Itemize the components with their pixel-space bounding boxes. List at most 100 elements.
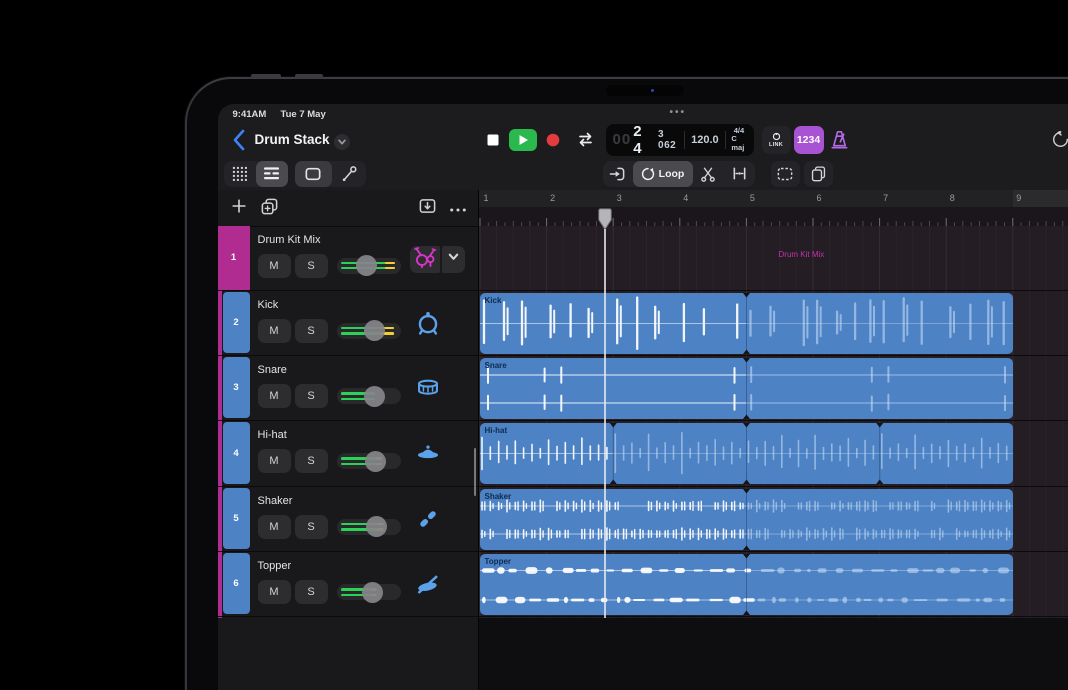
stack-collapse-button[interactable] [441, 245, 465, 273]
track-name: Topper [257, 560, 292, 573]
volume-slider[interactable] [336, 385, 401, 407]
cycle-button[interactable] [574, 129, 598, 151]
metronome-icon [830, 130, 848, 148]
app-screen: 9:41AM Tue 7 May ••• Drum Stack 00 2 4 3… [217, 103, 1068, 690]
track-number[interactable]: 6 [222, 553, 250, 615]
track-header-hi-hat[interactable]: 4 Hi-hat M S [217, 421, 478, 487]
volume-slider[interactable] [336, 581, 401, 603]
volume-knob[interactable] [363, 320, 385, 342]
lcd-tempo: 120.0 [691, 133, 719, 146]
region-kick[interactable]: Kick [479, 292, 1013, 354]
region-snare[interactable]: Snare [479, 358, 1013, 420]
track-header-snare[interactable]: 3 Snare M S [217, 356, 478, 422]
stop-button[interactable] [481, 129, 505, 151]
region-topper[interactable]: Topper [479, 554, 1013, 616]
back-button[interactable] [230, 128, 252, 152]
trim-tool-button[interactable] [603, 161, 633, 187]
kick-drum-icon [416, 311, 440, 335]
track-header-topper[interactable]: 6 Topper M S [217, 552, 478, 618]
edit-tools-group: Loop [602, 160, 755, 187]
mute-button[interactable]: M [257, 449, 291, 474]
mute-button[interactable]: M [257, 318, 291, 343]
track-number[interactable]: 5 [222, 487, 250, 550]
play-button[interactable] [508, 128, 537, 151]
add-track-button[interactable] [230, 197, 248, 220]
project-title[interactable]: Drum Stack [255, 132, 330, 147]
bar-ruler[interactable]: 1 2 3 4 5 6 7 8 9 [478, 189, 1068, 207]
solo-button[interactable]: S [294, 580, 328, 605]
solo-button[interactable]: S [294, 253, 328, 278]
mute-button[interactable]: M [257, 384, 291, 409]
volume-slider[interactable] [336, 516, 401, 538]
count-in-button[interactable]: 1234 [793, 125, 824, 154]
volume-up-button [251, 74, 281, 78]
track-number[interactable]: 4 [222, 422, 250, 484]
volume-knob[interactable] [363, 385, 385, 407]
solo-button[interactable]: S [294, 318, 328, 343]
region-shaker[interactable]: Shaker [479, 488, 1013, 550]
scissors-icon [701, 167, 715, 182]
track-header-kick[interactable]: 2 Kick M S [217, 291, 478, 357]
lane-hi-hat[interactable]: Hi-hat [478, 421, 1068, 487]
mute-button[interactable]: M [257, 514, 291, 539]
link-button[interactable]: LINK [761, 125, 791, 154]
track-number[interactable]: 2 [222, 291, 250, 354]
duplicate-track-button[interactable] [260, 197, 279, 221]
stage: 9:41AM Tue 7 May ••• Drum Stack 00 2 4 3… [0, 0, 1068, 690]
marquee-icon [777, 167, 793, 180]
volume-knob[interactable] [361, 581, 383, 603]
track-number[interactable]: 3 [222, 357, 250, 419]
hi-hat-icon [416, 441, 440, 465]
volume-knob[interactable] [364, 450, 386, 472]
track-name: Shaker [257, 494, 293, 507]
status-date: Tue 7 May [280, 108, 326, 120]
lane-kick[interactable]: Kick [478, 291, 1068, 357]
lane-shaker[interactable]: Shaker [478, 487, 1068, 553]
lane-topper[interactable]: Topper [478, 552, 1068, 618]
loop-tool-button[interactable]: Loop [632, 160, 693, 187]
track-header-drum-kit-mix[interactable]: 1 Drum Kit Mix M S [217, 225, 478, 291]
mute-button[interactable]: M [257, 580, 291, 605]
vertical-scrollbar[interactable] [473, 447, 476, 496]
volume-slider[interactable] [336, 450, 401, 472]
solo-button[interactable]: S [294, 384, 328, 409]
tracks-view-button[interactable] [255, 160, 288, 187]
volume-slider[interactable] [336, 255, 401, 276]
volume-knob[interactable] [365, 516, 387, 538]
more-button[interactable] [449, 200, 467, 218]
undo-button[interactable] [1052, 129, 1068, 153]
lcd-display[interactable]: 00 2 4 3 062 120.0 4/4 C maj [605, 122, 754, 157]
ruler-ticks[interactable] [478, 206, 1068, 226]
import-button[interactable] [418, 197, 437, 220]
status-time: 9:41AM [232, 108, 267, 120]
split-tool-button[interactable] [693, 161, 724, 187]
instrument-button[interactable] [409, 245, 440, 274]
drum-kit-icon [413, 245, 437, 274]
track-header-shaker[interactable]: 5 Shaker M S [217, 487, 478, 553]
region-hi-hat[interactable]: Hi-hat [479, 423, 1013, 485]
metronome-button[interactable] [828, 128, 851, 156]
undo-icon [1052, 129, 1068, 147]
solo-button[interactable]: S [294, 514, 328, 539]
bar-number: 6 [816, 192, 822, 203]
solo-button[interactable]: S [294, 449, 328, 474]
volume-slider[interactable] [336, 320, 401, 342]
lcd-position: 2 4 [633, 122, 644, 157]
multitask-dots-icon[interactable]: ••• [670, 107, 687, 118]
project-menu-button[interactable] [333, 133, 350, 150]
region-label: Kick [484, 295, 502, 305]
track-number[interactable]: 1 [217, 225, 250, 290]
import-icon [419, 198, 435, 213]
lcd-key: C maj [731, 134, 745, 152]
lane-drum-kit-mix[interactable]: Drum Kit Mix [478, 226, 1068, 291]
stretch-tool-button[interactable] [724, 161, 755, 187]
record-button[interactable] [542, 129, 564, 151]
grid-view-button[interactable] [224, 161, 256, 187]
lane-snare[interactable]: Snare [478, 356, 1068, 422]
volume-knob[interactable] [355, 255, 377, 276]
mute-button[interactable]: M [257, 253, 291, 278]
automation-button[interactable] [332, 161, 366, 187]
region-inspector-button[interactable] [294, 160, 332, 187]
paste-button[interactable] [803, 160, 833, 187]
marquee-select-button[interactable] [770, 160, 800, 187]
